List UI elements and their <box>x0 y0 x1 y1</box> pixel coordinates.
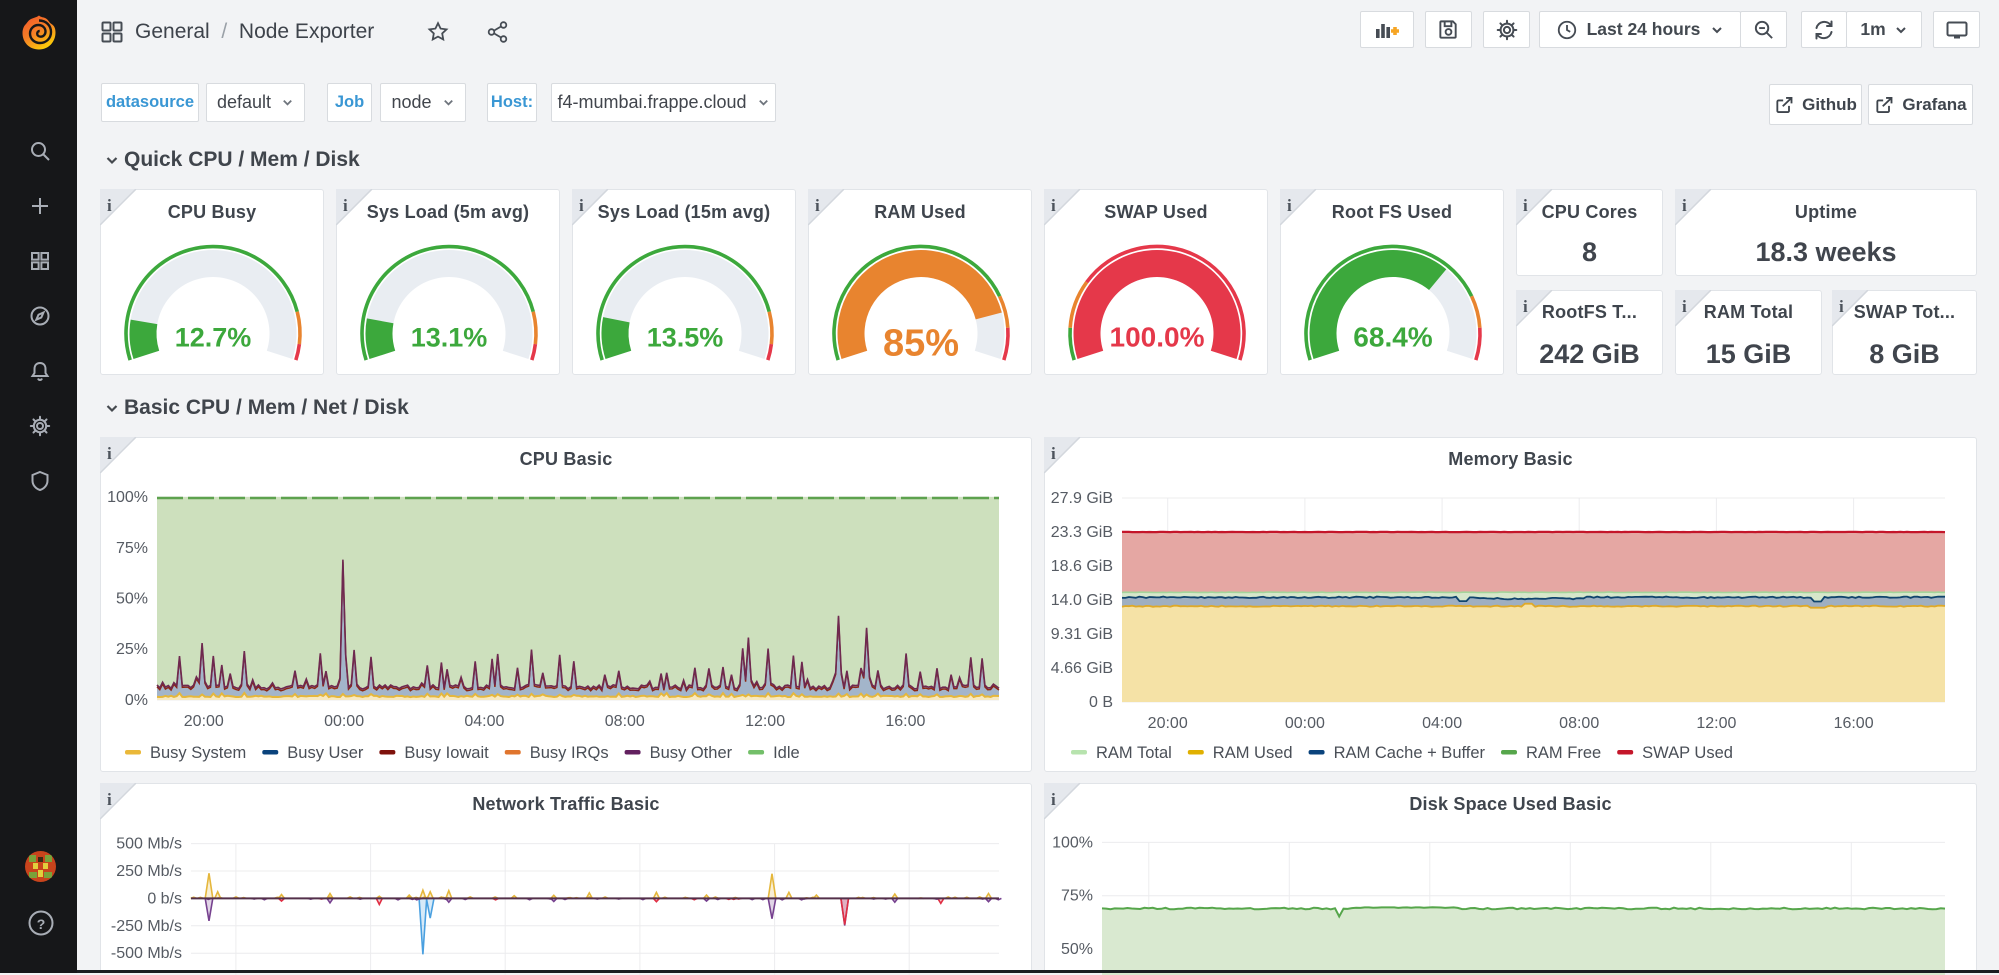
svg-text:75%: 75% <box>1061 888 1093 905</box>
svg-text:Busy Other: Busy Other <box>650 744 733 762</box>
svg-text:100%: 100% <box>1052 834 1093 851</box>
svg-text:500 Mb/s: 500 Mb/s <box>116 836 182 853</box>
svg-text:16:00: 16:00 <box>1834 715 1874 732</box>
svg-text:0%: 0% <box>125 692 148 709</box>
svg-text:12.7%: 12.7% <box>175 323 252 353</box>
svg-text:75%: 75% <box>116 540 148 557</box>
svg-text:Busy System: Busy System <box>150 744 246 762</box>
svg-text:68.4%: 68.4% <box>1353 322 1432 353</box>
svg-text:?: ? <box>37 916 46 932</box>
svg-text:23.3 GiB: 23.3 GiB <box>1051 524 1113 541</box>
svg-text:9.31 GiB: 9.31 GiB <box>1051 626 1113 643</box>
svg-text:12:00: 12:00 <box>1696 715 1736 732</box>
svg-text:-500 Mb/s: -500 Mb/s <box>111 945 182 962</box>
svg-text:20:00: 20:00 <box>1148 715 1188 732</box>
svg-text:04:00: 04:00 <box>1422 715 1462 732</box>
svg-text:Busy Iowait: Busy Iowait <box>404 744 489 762</box>
svg-text:08:00: 08:00 <box>1559 715 1599 732</box>
svg-text:14.0 GiB: 14.0 GiB <box>1051 592 1113 609</box>
svg-text:12:00: 12:00 <box>745 713 785 730</box>
svg-text:4.66 GiB: 4.66 GiB <box>1051 660 1113 677</box>
svg-text:RAM Total: RAM Total <box>1096 744 1172 762</box>
svg-text:00:00: 00:00 <box>324 713 364 730</box>
svg-text:RAM Used: RAM Used <box>1213 744 1293 762</box>
svg-text:SWAP Used: SWAP Used <box>1642 744 1733 762</box>
svg-text:RAM Cache + Buffer: RAM Cache + Buffer <box>1334 744 1486 762</box>
svg-text:250 Mb/s: 250 Mb/s <box>116 863 182 880</box>
svg-text:50%: 50% <box>1061 941 1093 958</box>
svg-text:13.1%: 13.1% <box>411 323 488 353</box>
svg-text:00:00: 00:00 <box>1285 715 1325 732</box>
svg-text:25%: 25% <box>116 641 148 658</box>
svg-text:50%: 50% <box>116 591 148 608</box>
svg-text:-250 Mb/s: -250 Mb/s <box>111 918 182 935</box>
svg-text:RAM Free: RAM Free <box>1526 744 1601 762</box>
svg-text:0 b/s: 0 b/s <box>147 890 182 907</box>
svg-text:08:00: 08:00 <box>605 713 645 730</box>
svg-text:Busy User: Busy User <box>287 744 364 762</box>
svg-text:Idle: Idle <box>773 744 800 762</box>
svg-text:04:00: 04:00 <box>464 713 504 730</box>
svg-text:16:00: 16:00 <box>885 713 925 730</box>
svg-text:Busy IRQs: Busy IRQs <box>530 744 609 762</box>
svg-text:85%: 85% <box>883 323 959 365</box>
svg-text:13.5%: 13.5% <box>647 323 724 353</box>
svg-text:0 B: 0 B <box>1089 694 1113 711</box>
svg-text:18.6 GiB: 18.6 GiB <box>1051 558 1113 575</box>
svg-text:20:00: 20:00 <box>184 713 224 730</box>
svg-text:100%: 100% <box>107 489 148 506</box>
svg-text:27.9 GiB: 27.9 GiB <box>1051 490 1113 507</box>
svg-text:100.0%: 100.0% <box>1110 322 1205 353</box>
